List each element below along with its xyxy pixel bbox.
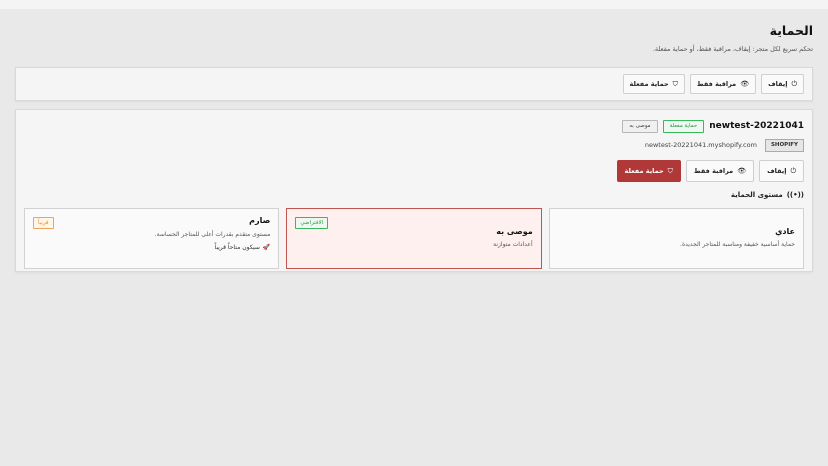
enable-all-button[interactable]: ⛉ حماية مفعلة xyxy=(622,74,685,94)
monitor-all-button[interactable]: 👁 مراقبة فقط xyxy=(689,74,757,94)
shield-icon: ⛉ xyxy=(672,79,678,88)
rocket-icon: 🚀 xyxy=(262,244,271,251)
top-strip xyxy=(0,0,828,9)
store-meta: SHOPIFY newtest-20221041.myshopify.com xyxy=(24,138,804,152)
page-title: الحماية xyxy=(769,23,813,38)
default-tag: الافتراضي xyxy=(295,217,329,229)
level-option-strict: صارم مستوى متقدم بقدرات أعلى للمتاجر الح… xyxy=(24,208,280,269)
bulk-actions-card: ⏻ إيقاف 👁 مراقبة فقط ⛉ حماية مفعلة xyxy=(15,67,813,101)
level-name: موصى به xyxy=(496,227,533,236)
eye-icon: 👁 xyxy=(740,79,750,88)
store-name: newtest-20221041 xyxy=(709,121,804,131)
power-icon: ⏻ xyxy=(790,166,796,175)
stop-all-label: إيقاف xyxy=(768,80,788,88)
protection-level-options: عادي حماية أساسية خفيفة ومناسبة للمتاجر … xyxy=(24,208,804,269)
monitor-all-label: مراقبة فقط xyxy=(696,80,737,88)
store-header: newtest-20221041 حماية مفعلة موصى به xyxy=(24,118,804,134)
protection-level-heading: ((•)) مستوى الحماية xyxy=(24,189,804,201)
store-card: newtest-20221041 حماية مفعلة موصى به SHO… xyxy=(15,109,813,272)
store-domain: newtest-20221041.myshopify.com xyxy=(644,141,757,149)
eye-icon: 👁 xyxy=(737,166,747,175)
stop-label: إيقاف xyxy=(767,167,787,175)
monitor-button[interactable]: 👁 مراقبة فقط xyxy=(685,160,755,182)
status-badge: حماية مفعلة xyxy=(662,119,705,133)
protection-page: الحماية تحكم سريع لكل متجر: إيقاف، مراقب… xyxy=(0,23,828,272)
recommended-badge: موصى به xyxy=(622,119,658,133)
protection-level-title: مستوى الحماية xyxy=(730,191,783,199)
coming-soon-note: 🚀 سيكون متاحاً قريباً xyxy=(33,244,271,251)
level-description: أعدادات متوازنة xyxy=(493,241,533,248)
level-description: حماية أساسية خفيفة ومناسبة للمتاجر الجدي… xyxy=(680,241,795,248)
level-name: صارم xyxy=(249,216,271,225)
enable-all-label: حماية مفعلة xyxy=(629,80,669,88)
radio-icon: ((•)) xyxy=(786,191,804,199)
stop-all-button[interactable]: ⏻ إيقاف xyxy=(761,74,804,94)
level-option-recommended[interactable]: موصى به أعدادات متوازنة الافتراضي xyxy=(286,208,542,269)
stop-button[interactable]: ⏻ إيقاف xyxy=(759,160,804,182)
enable-protection-label: حماية مفعلة xyxy=(624,167,664,175)
platform-badge: SHOPIFY xyxy=(764,138,804,152)
store-actions: ⏻ إيقاف 👁 مراقبة فقط ⛉ حماية مفعلة xyxy=(24,160,804,182)
page-subtitle: تحكم سريع لكل متجر: إيقاف، مراقبة فقط، أ… xyxy=(652,45,813,53)
level-option-normal[interactable]: عادي حماية أساسية خفيفة ومناسبة للمتاجر … xyxy=(548,208,804,269)
level-description: مستوى متقدم بقدرات أعلى للمتاجر الحساسة. xyxy=(154,231,271,238)
level-name: عادي xyxy=(775,227,795,236)
shield-icon: ⛉ xyxy=(667,166,673,175)
power-icon: ⏻ xyxy=(791,79,797,88)
monitor-label: مراقبة فقط xyxy=(693,167,734,175)
enable-protection-button[interactable]: ⛉ حماية مفعلة xyxy=(616,160,681,182)
soon-tag: قريباً xyxy=(33,217,54,229)
coming-soon-text: سيكون متاحاً قريباً xyxy=(214,244,260,251)
